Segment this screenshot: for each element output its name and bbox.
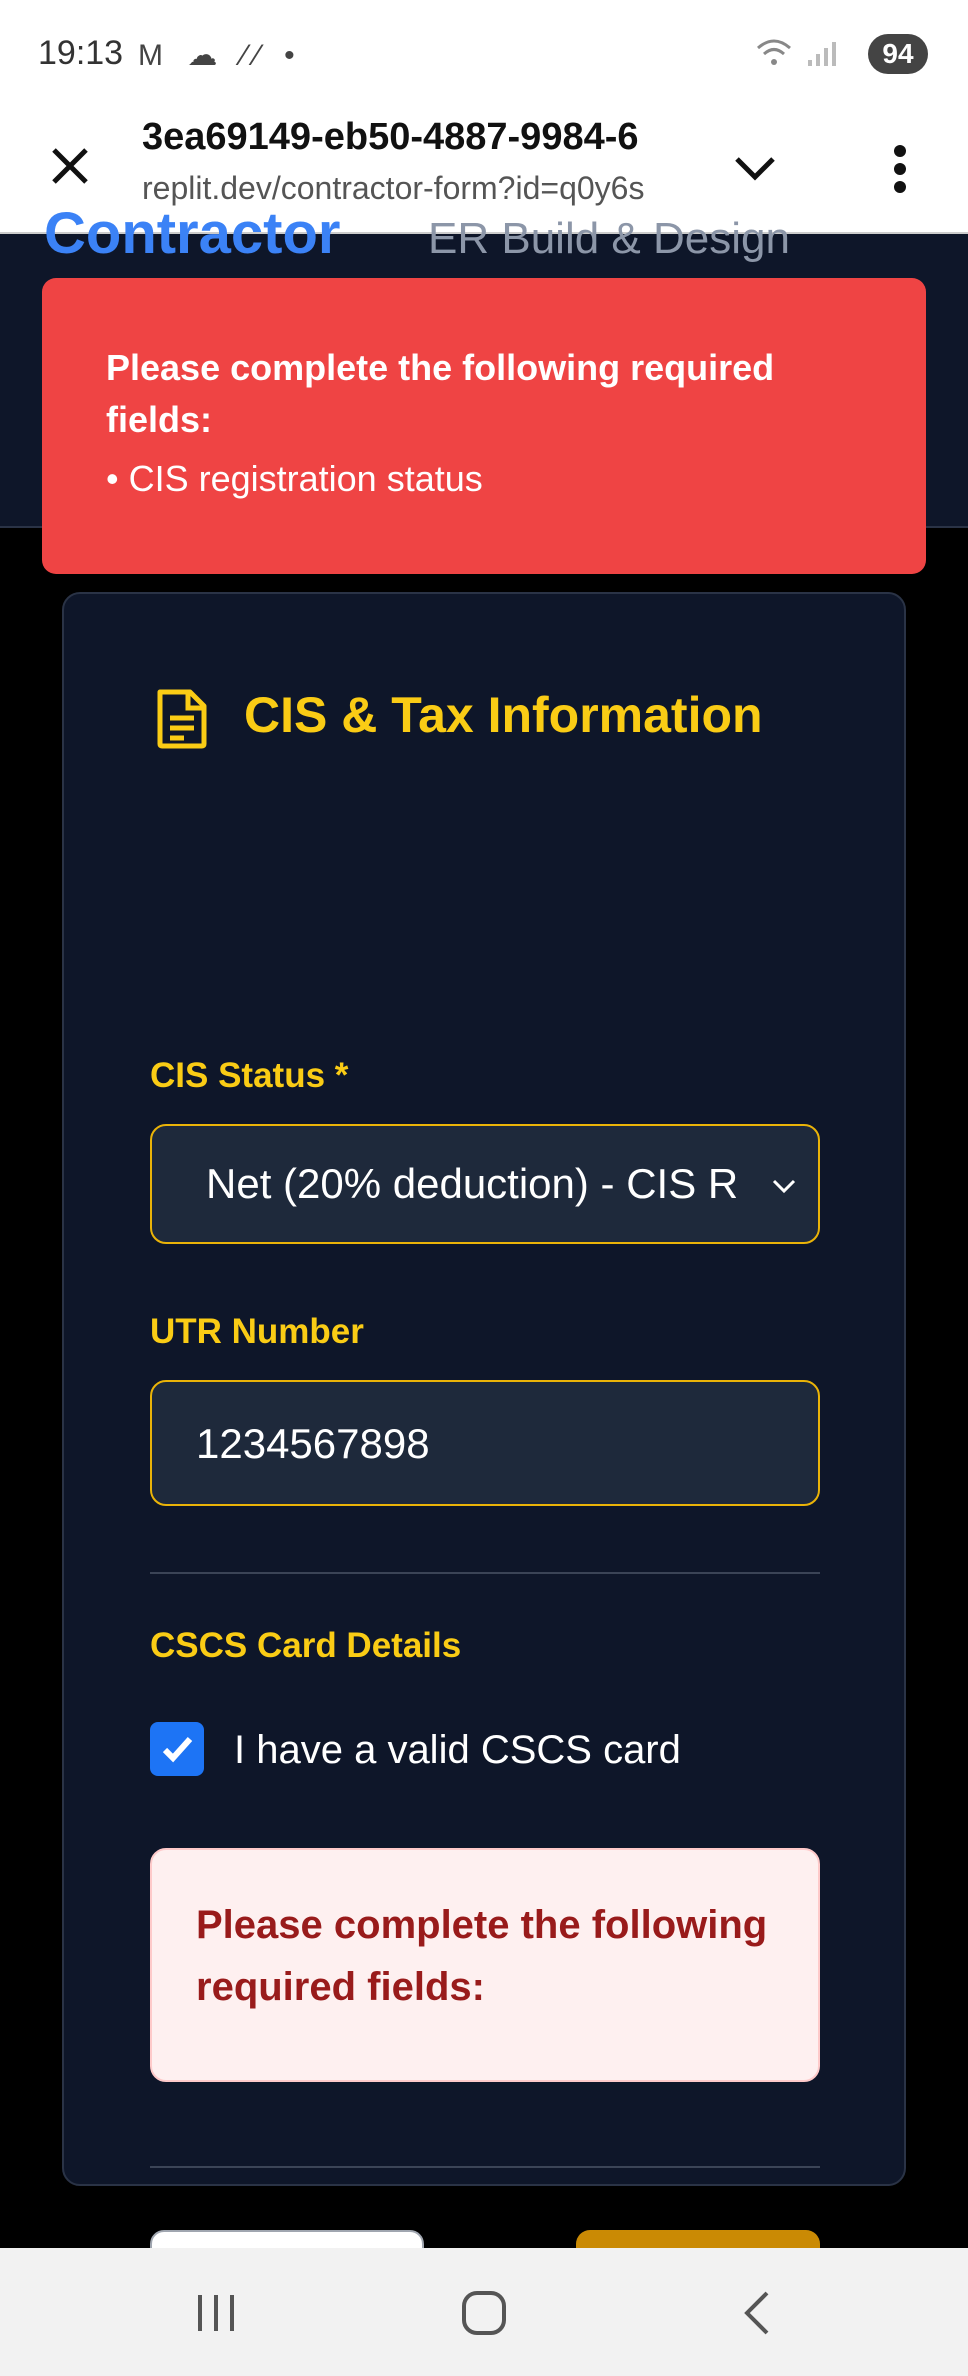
close-tab-button[interactable] [40,136,100,196]
document-icon [157,689,207,749]
warning-text: Please complete the following required f… [196,1903,768,2009]
cscs-checkbox[interactable] [150,1722,204,1776]
toast-title: Please complete the following required f… [106,347,775,440]
close-icon [52,148,88,184]
missed-call-icon: ⁄⁄ [241,39,268,72]
more-options-button[interactable] [870,134,930,204]
system-nav-bar [0,2248,968,2376]
home-icon [462,2291,506,2335]
cis-status-select[interactable]: Net (20% deduction) - CIS Registered [150,1124,820,1244]
cis-status-value: Net (20% deduction) - CIS Registered [206,1160,736,1207]
wifi-icon [757,39,792,65]
cis-status-label: CIS Status * [150,1056,349,1095]
signal-icon [808,42,836,66]
error-toast[interactable]: Please complete the following required f… [42,278,926,574]
dot-icon: • [284,39,303,72]
chevron-down-icon [735,157,775,181]
back-button[interactable] [716,2278,796,2348]
recent-apps-button[interactable] [176,2278,256,2348]
connectivity-icons [756,38,838,75]
notification-icons: M ☁ ⁄⁄ • [138,38,303,73]
form-card: CIS & Tax Information CIS Status * Net (… [62,592,906,2334]
utr-label: UTR Number [150,1312,364,1351]
home-button[interactable] [444,2278,524,2348]
status-time: 19:13 [38,34,124,72]
page-content: Contractor ER Build & Design Please comp… [0,201,968,2334]
cloud-icon: ☁ [187,39,226,72]
utr-value: 1234567898 [196,1420,430,1467]
section-title: CIS & Tax Information [244,687,763,743]
divider [150,1572,820,1574]
divider [150,2166,820,2168]
brand-subtitle: ER Build & Design [428,214,790,263]
toast-item: • CIS registration status [106,458,483,499]
utr-input[interactable]: 1234567898 [150,1380,820,1506]
brand-logo-text: Contractor [44,201,341,266]
gmail-icon: M [138,39,171,72]
checkmark-icon [162,1736,193,1763]
cscs-checkbox-label[interactable]: I have a valid CSCS card [234,1728,681,1773]
validation-warning: Please complete the following required f… [150,1848,820,2082]
back-icon [744,2291,769,2335]
expand-button[interactable] [720,134,790,204]
battery-indicator: 94 [868,34,928,74]
page-title: 3ea69149-eb50-4887-9984-6 [142,116,639,158]
more-vertical-icon [894,145,906,193]
cscs-heading: CSCS Card Details [150,1626,462,1665]
chevron-down-icon [772,1179,796,1194]
recent-apps-icon [198,2295,234,2331]
status-bar: 19:13 M ☁ ⁄⁄ • 94 [0,0,968,110]
